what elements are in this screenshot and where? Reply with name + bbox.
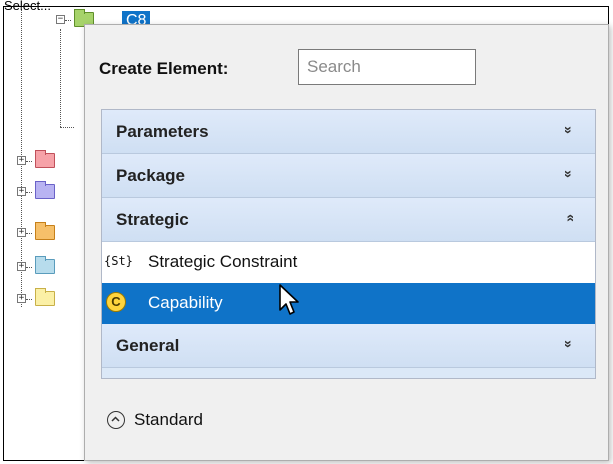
category-label: Parameters	[116, 122, 209, 141]
tree-line	[26, 233, 32, 234]
category-package[interactable]: Package »	[102, 154, 595, 198]
expand-toggle[interactable]: +	[17, 294, 26, 303]
chevron-down-icon[interactable]: »	[561, 340, 577, 348]
item-label: Strategic Constraint	[148, 252, 298, 271]
item-capability[interactable]: C Capability	[102, 283, 595, 324]
tree-line	[26, 192, 32, 193]
folder-icon[interactable]	[35, 181, 55, 199]
search-input[interactable]	[298, 49, 476, 85]
standard-label: Standard	[134, 410, 203, 429]
element-category-list: Parameters » Package » Strategic » {St} …	[101, 109, 596, 379]
tree-line	[60, 127, 74, 128]
item-strategic-constraint[interactable]: {St} Strategic Constraint	[102, 242, 595, 283]
item-label: Capability	[148, 293, 223, 312]
expand-toggle[interactable]: +	[17, 262, 26, 271]
chevron-down-icon[interactable]: »	[561, 126, 577, 134]
chevron-down-icon[interactable]: »	[561, 170, 577, 178]
category-label: Strategic	[116, 210, 189, 229]
category-general[interactable]: General »	[102, 324, 595, 368]
chevron-up-icon[interactable]: »	[561, 214, 577, 222]
expand-toggle[interactable]: +	[17, 187, 26, 196]
create-element-popup: Create Element: Parameters » Package » S…	[84, 24, 609, 461]
category-label: General	[116, 336, 180, 355]
collapse-toggle-c8[interactable]: −	[56, 15, 65, 24]
folder-icon[interactable]	[35, 288, 55, 306]
folder-icon[interactable]	[35, 256, 55, 274]
tree-line	[26, 161, 32, 162]
mouse-cursor-icon	[279, 284, 299, 315]
folder-icon[interactable]	[35, 150, 55, 168]
tree-line	[65, 20, 71, 21]
tree-line	[60, 29, 61, 127]
tree-line	[26, 267, 32, 268]
expand-toggle[interactable]: +	[17, 156, 26, 165]
expand-toggle[interactable]: +	[17, 228, 26, 237]
stereotype-icon: {St}	[104, 254, 133, 268]
category-strategic[interactable]: Strategic »	[102, 198, 595, 242]
top-label: Select...	[4, 0, 51, 13]
chevron-up-circle-icon	[107, 411, 125, 429]
folder-icon[interactable]	[35, 222, 55, 240]
create-element-label: Create Element:	[99, 59, 229, 78]
category-parameters[interactable]: Parameters »	[102, 110, 595, 154]
tree-line	[26, 299, 32, 300]
capability-icon: C	[106, 292, 126, 312]
category-label: Package	[116, 166, 185, 185]
